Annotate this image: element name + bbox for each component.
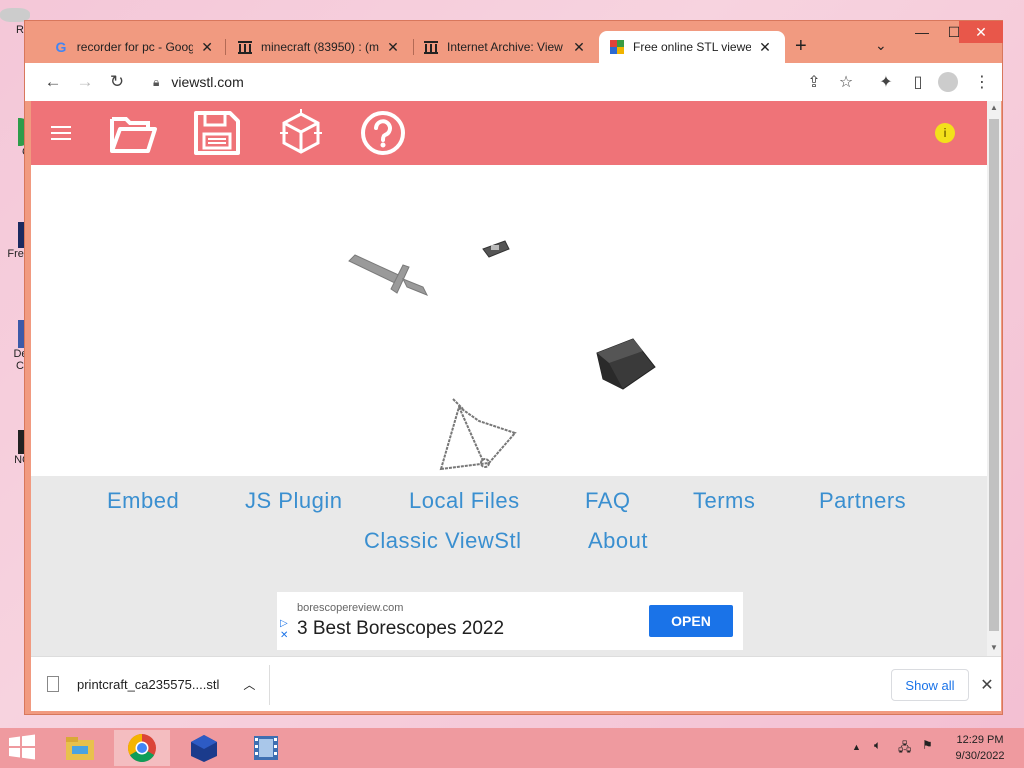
ad-banner[interactable]: borescopereview.com 3 Best Borescopes 20…: [277, 592, 743, 650]
3d-cube-icon[interactable]: [275, 108, 327, 158]
ad-open-button[interactable]: OPEN: [649, 605, 733, 637]
footer-link-local-files[interactable]: Local Files: [409, 488, 520, 514]
save-icon[interactable]: [191, 108, 243, 158]
model-render: [348, 240, 656, 471]
close-download-bar-icon[interactable]: ✕: [975, 671, 999, 699]
show-hidden-icons-icon[interactable]: ▲: [852, 742, 861, 752]
app-header: i: [31, 101, 987, 165]
3d-app-taskbar-icon[interactable]: [176, 730, 232, 766]
windows-start-icon[interactable]: [8, 734, 40, 762]
menu-icon[interactable]: [37, 108, 85, 158]
archive-icon: [237, 39, 253, 55]
address-bar[interactable]: 🔒︎ viewstl.com: [145, 67, 863, 97]
tab-viewstl[interactable]: Free online STL viewer ✕: [599, 31, 785, 63]
lock-icon: 🔒︎: [153, 74, 160, 89]
web-page: i Embed JS Plugin Local Files FAQ Terms …: [31, 101, 987, 656]
sword-model: [348, 254, 429, 296]
bookmark-star-icon[interactable]: ☆: [831, 67, 861, 97]
reload-button[interactable]: ↻: [101, 66, 133, 98]
share-icon[interactable]: ⇪: [799, 67, 829, 97]
show-all-button[interactable]: Show all: [891, 669, 969, 701]
action-center-icon[interactable]: ⚑: [922, 738, 933, 752]
close-window-button[interactable]: ✕: [959, 21, 1003, 43]
chrome-taskbar-icon[interactable]: [114, 730, 170, 766]
close-tab-icon[interactable]: ✕: [385, 39, 401, 56]
system-clock[interactable]: 12:29 PM 9/30/2022: [940, 732, 1020, 764]
google-icon: G: [55, 39, 67, 55]
viewstl-icon: [609, 39, 625, 55]
ad-choices-icon[interactable]: ▷ ✕: [280, 618, 288, 642]
archive-icon: [423, 39, 439, 55]
back-button[interactable]: ←: [37, 66, 69, 98]
scroll-down-arrow[interactable]: ▼: [990, 643, 998, 652]
file-explorer-taskbar-icon[interactable]: [52, 730, 108, 766]
help-icon[interactable]: [357, 108, 409, 158]
footer-link-embed[interactable]: Embed: [107, 488, 179, 514]
file-icon: [47, 676, 59, 692]
minimize-button[interactable]: —: [905, 21, 939, 43]
bow-model: [439, 398, 517, 471]
small-block-model: [482, 240, 510, 258]
extensions-icon[interactable]: ✦: [871, 67, 901, 97]
footer-link-js-plugin[interactable]: JS Plugin: [245, 488, 342, 514]
url-text: viewstl.com: [171, 74, 244, 90]
ad-domain: borescopereview.com: [297, 602, 404, 614]
scroll-up-arrow[interactable]: ▲: [990, 103, 998, 112]
tab-recorder[interactable]: G recorder for pc - Goog ✕: [43, 31, 225, 63]
chevron-up-icon[interactable]: ︿: [243, 676, 255, 693]
close-tab-icon[interactable]: ✕: [757, 39, 773, 56]
info-icon[interactable]: i: [935, 123, 955, 143]
taskbar: ▲ 🔈︎ 🖧︎ ⚑ 12:29 PM 9/30/2022: [0, 728, 1024, 768]
browser-window: G recorder for pc - Goog ✕ minecraft (83…: [24, 20, 1003, 715]
scroll-thumb[interactable]: [989, 119, 999, 631]
tab-search-button[interactable]: ⌄: [875, 37, 887, 54]
tab-minecraft[interactable]: minecraft (83950) : (mi ✕: [227, 31, 411, 63]
site-footer: Embed JS Plugin Local Files FAQ Terms Pa…: [31, 476, 987, 656]
volume-muted-icon[interactable]: 🔈︎: [874, 738, 881, 753]
footer-link-about[interactable]: About: [588, 528, 648, 554]
video-taskbar-icon[interactable]: [238, 730, 294, 766]
open-folder-icon[interactable]: [107, 108, 159, 158]
stl-viewer-canvas[interactable]: [31, 165, 987, 476]
download-bar: printcraft_ca235575....stl ︿ Show all ✕: [31, 656, 1001, 711]
tab-strip: G recorder for pc - Goog ✕ minecraft (83…: [25, 21, 1003, 63]
footer-link-terms[interactable]: Terms: [693, 488, 755, 514]
tab-internet-archive[interactable]: Internet Archive: View ✕: [413, 31, 597, 63]
browser-toolbar: ← → ↻ 🔒︎ viewstl.com ⇪ ☆ ✦ ▯ ⋮: [25, 63, 1002, 101]
more-menu-icon[interactable]: ⋮: [967, 67, 997, 97]
profile-avatar-icon[interactable]: [933, 67, 963, 97]
network-icon[interactable]: 🖧︎: [898, 738, 911, 759]
footer-link-faq[interactable]: FAQ: [585, 488, 631, 514]
dark-cube-model: [596, 338, 656, 390]
footer-link-classic-viewstl[interactable]: Classic ViewStl: [364, 528, 521, 554]
page-scrollbar[interactable]: ▲ ▼: [987, 101, 1001, 656]
side-panel-icon[interactable]: ▯: [903, 67, 933, 97]
forward-button[interactable]: →: [69, 66, 101, 98]
close-tab-icon[interactable]: ✕: [199, 39, 215, 56]
clock-date: 9/30/2022: [955, 750, 1005, 762]
clock-time: 12:29 PM: [956, 734, 1004, 746]
new-tab-button[interactable]: +: [795, 35, 807, 58]
close-tab-icon[interactable]: ✕: [571, 39, 587, 56]
download-item[interactable]: printcraft_ca235575....stl ︿: [47, 669, 255, 699]
download-filename: printcraft_ca235575....stl: [77, 676, 220, 692]
footer-link-partners[interactable]: Partners: [819, 488, 906, 514]
ad-title[interactable]: 3 Best Borescopes 2022: [297, 618, 504, 640]
